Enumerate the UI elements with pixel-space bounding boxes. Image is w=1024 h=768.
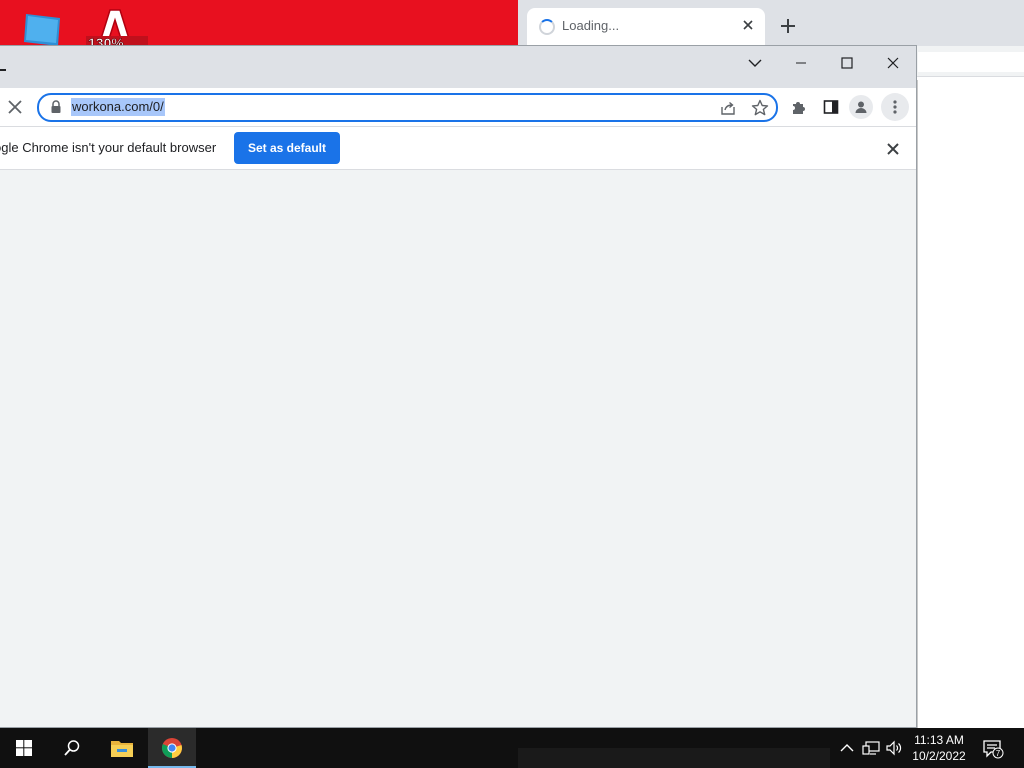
clock-date: 10/2/2022 — [912, 749, 966, 763]
taskbar-clock[interactable]: 11:13 AM 10/2/2022 — [906, 732, 972, 764]
file-explorer-icon — [111, 741, 133, 757]
window-divider — [917, 80, 918, 728]
toolbar: workona.com/0/ — [0, 88, 916, 169]
stop-loading-button[interactable] — [3, 95, 27, 119]
background-omnibox[interactable] — [918, 52, 1024, 72]
tab-search-button[interactable] — [732, 48, 778, 78]
chrome-menu-button[interactable] — [881, 93, 909, 121]
search-icon — [64, 740, 80, 756]
background-tab[interactable]: Loading... — [527, 8, 765, 46]
more-vert-icon — [893, 100, 897, 114]
search-button[interactable] — [48, 728, 96, 768]
side-panel-button[interactable] — [821, 97, 841, 117]
network-button[interactable] — [861, 738, 881, 758]
close-icon — [887, 57, 899, 69]
browser-window: workona.com/0/ ogle Chrome isn't your de… — [0, 45, 917, 728]
profile-icon — [855, 101, 867, 113]
star-icon[interactable] — [750, 98, 770, 118]
desktop-app-icon[interactable]: 130% — [86, 8, 148, 46]
chrome-icon — [161, 738, 182, 759]
minimize-button[interactable] — [778, 48, 824, 78]
minimize-icon — [796, 62, 806, 64]
set-as-default-button[interactable]: Set as default — [234, 132, 340, 164]
maximize-icon — [841, 57, 853, 69]
extensions-button[interactable] — [789, 97, 809, 117]
maximize-button[interactable] — [824, 48, 870, 78]
address-bar[interactable]: workona.com/0/ — [37, 93, 778, 122]
file-explorer-button[interactable] — [98, 728, 146, 768]
taskbar: 11:13 AM 10/2/2022 7 — [0, 728, 1024, 768]
page-content[interactable] — [0, 170, 916, 727]
action-center-button[interactable]: 7 — [980, 736, 1006, 762]
loading-spinner-icon — [539, 19, 555, 35]
profile-button[interactable] — [849, 95, 873, 119]
clock-time: 11:13 AM — [914, 733, 964, 747]
windows-start-icon — [16, 740, 32, 756]
extensions-icon — [793, 102, 805, 114]
volume-icon — [886, 740, 902, 756]
close-icon — [887, 143, 899, 155]
desktop-app-icon[interactable] — [24, 12, 64, 46]
infobar-close-button[interactable] — [883, 139, 903, 159]
background-tab-title: Loading... — [562, 18, 620, 33]
volume-button[interactable] — [884, 738, 904, 758]
default-browser-infobar: ogle Chrome isn't your default browser S… — [0, 126, 916, 170]
stop-icon — [8, 100, 22, 114]
screen: 130% Loading... workona.com/0/ ogle Chro… — [0, 0, 1024, 768]
notification-icon: 7 — [983, 740, 1004, 759]
tab-edge — [0, 69, 6, 71]
chrome-taskbar-button[interactable] — [148, 728, 196, 768]
chevron-down-icon — [748, 59, 762, 67]
show-hidden-icons-button[interactable] — [837, 738, 857, 758]
plus-icon[interactable] — [778, 16, 798, 36]
taskbar-strip — [518, 748, 830, 768]
notification-count: 7 — [996, 749, 1001, 758]
side-panel-icon — [823, 100, 839, 114]
close-icon[interactable] — [739, 16, 757, 34]
background-tabstrip: Loading... — [518, 0, 1024, 46]
chevron-up-icon — [840, 744, 854, 752]
address-bar-url[interactable]: workona.com/0/ — [71, 98, 165, 116]
title-bar — [0, 46, 916, 88]
desktop-background: 130% — [0, 0, 518, 46]
infobar-message: ogle Chrome isn't your default browser — [0, 140, 217, 155]
close-window-button[interactable] — [870, 48, 916, 78]
network-icon — [862, 741, 880, 755]
lock-icon[interactable] — [50, 100, 62, 114]
start-button[interactable] — [0, 728, 48, 768]
share-icon[interactable] — [718, 98, 738, 118]
